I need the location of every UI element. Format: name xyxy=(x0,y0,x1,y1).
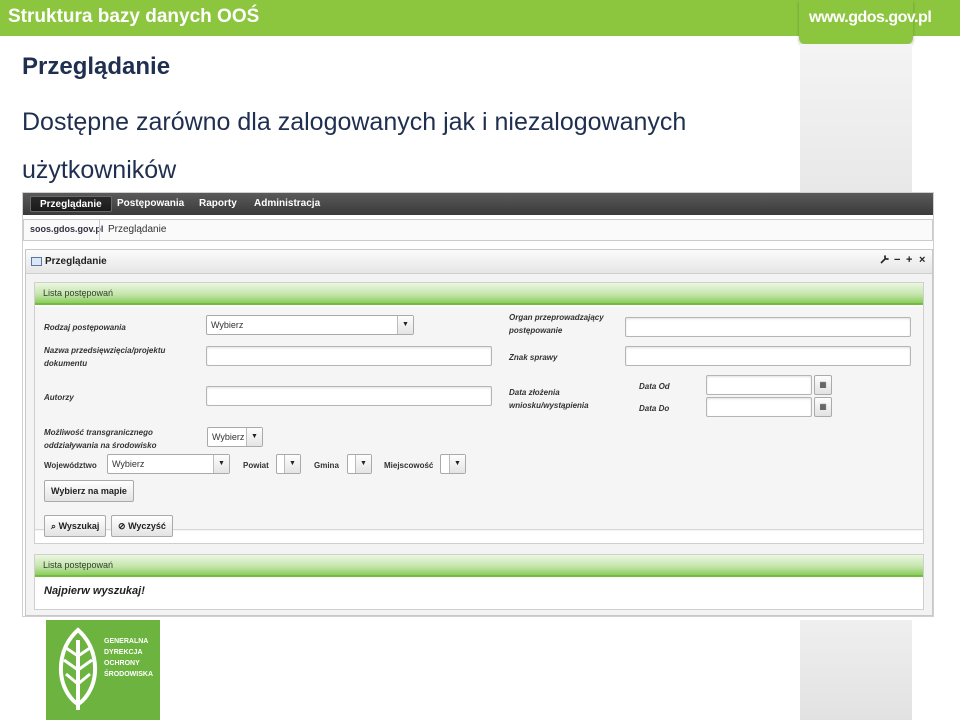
portlet-header: Przeglądanie − + × xyxy=(26,250,932,274)
search-form: Rodzaj postępowania Wybierz ▼ Nazwa prze… xyxy=(35,307,923,531)
nav-item-administracja[interactable]: Administracja xyxy=(245,196,329,212)
chevron-down-icon: ▼ xyxy=(449,455,465,473)
site-url-text: www.gdos.gov.pl xyxy=(809,9,932,26)
slide-heading: Przeglądanie xyxy=(22,53,171,80)
nav-item-raporty[interactable]: Raporty xyxy=(190,196,246,212)
autorzy-input[interactable] xyxy=(206,386,492,406)
breadcrumb: soos.gdos.gov.pl Przeglądanie xyxy=(23,219,933,241)
search-icon: ⌕ xyxy=(51,521,57,531)
logo-line: ŚRODOWISKA xyxy=(104,671,153,678)
wrench-icon[interactable] xyxy=(880,254,890,267)
search-button[interactable]: ⌕ Wyszukaj xyxy=(44,515,107,537)
data-do-label: Data Do xyxy=(639,404,670,413)
chevron-down-icon: ▼ xyxy=(284,455,300,473)
decorative-panel-bottom xyxy=(800,620,912,720)
portlet-title: Przeglądanie xyxy=(45,256,107,267)
breadcrumb-home[interactable]: soos.gdos.gov.pl xyxy=(30,224,103,234)
chevron-down-icon: ▼ xyxy=(213,455,229,473)
powiat-label: Powiat xyxy=(243,461,269,470)
clear-button[interactable]: ⊘ Wyczyść xyxy=(111,515,173,537)
nav-item-postepowania[interactable]: Postępowania xyxy=(108,196,193,212)
chevron-down-icon: ▼ xyxy=(397,316,413,334)
logo-line: GENERALNA xyxy=(104,638,149,645)
results-section: Lista postępowań Najpierw wyszukaj! xyxy=(34,554,924,610)
logo-text: GENERALNA DYREKCJA OCHRONY ŚRODOWISKA xyxy=(104,636,158,680)
znak-input[interactable] xyxy=(625,346,911,366)
wojewodztwo-label: Województwo xyxy=(44,461,97,470)
main-nav: Przeglądanie Postępowania Raporty Admini… xyxy=(23,193,933,215)
calendar-icon[interactable]: ▦ xyxy=(814,397,832,417)
window-icon xyxy=(31,257,42,266)
leaf-icon xyxy=(58,627,98,710)
logo-line: OCHRONY xyxy=(104,660,140,667)
clear-icon: ⊘ xyxy=(118,521,126,531)
organ-input[interactable] xyxy=(625,317,911,337)
nazwa-input[interactable] xyxy=(206,346,492,366)
slide-description: Dostępne zarówno dla zalogowanych jak i … xyxy=(22,108,687,184)
clear-button-label: Wyczyść xyxy=(128,521,166,531)
decorative-panel-top xyxy=(800,44,912,192)
site-url-tab[interactable]: www.gdos.gov.pl xyxy=(799,0,932,44)
wojewodztwo-select-value: Wybierz xyxy=(112,459,145,469)
nazwa-label: Nazwa przedsięwzięcia/projektu dokumentu xyxy=(44,346,166,368)
results-section-title: Lista postępowań xyxy=(43,560,114,570)
select-on-map-button[interactable]: Wybierz na mapie xyxy=(44,480,134,502)
transgraniczne-select-value: Wybierz xyxy=(212,432,245,442)
search-section-header: Lista postępowań xyxy=(35,283,923,305)
maximize-icon[interactable]: + xyxy=(906,254,912,266)
gmina-select[interactable]: ▼ xyxy=(347,454,372,474)
data-od-label: Data Od xyxy=(639,382,670,391)
app-window: Przeglądanie Postępowania Raporty Admini… xyxy=(22,192,934,617)
gdos-logo: GENERALNA DYREKCJA OCHRONY ŚRODOWISKA xyxy=(46,620,160,720)
organ-label: Organ przeprowadzający postępowanie xyxy=(509,313,604,335)
wojewodztwo-select[interactable]: Wybierz ▼ xyxy=(107,454,230,474)
chevron-down-icon: ▼ xyxy=(246,428,262,446)
slide-header-title: Struktura bazy danych OOŚ xyxy=(8,6,260,27)
data-od-input[interactable] xyxy=(706,375,812,395)
chevron-down-icon: ▼ xyxy=(355,455,371,473)
nav-item-przegladanie[interactable]: Przeglądanie xyxy=(30,196,112,212)
search-section: Lista postępowań Rodzaj postępowania Wyb… xyxy=(34,282,924,544)
miejscowosc-select[interactable]: ▼ xyxy=(440,454,466,474)
rodzaj-select-value: Wybierz xyxy=(211,320,244,330)
data-do-input[interactable] xyxy=(706,397,812,417)
rodzaj-label: Rodzaj postępowania xyxy=(44,323,126,332)
calendar-icon[interactable]: ▦ xyxy=(814,375,832,395)
portlet-przegladanie: Przeglądanie − + × Lista postępowań Rodz… xyxy=(25,249,933,616)
breadcrumb-separator xyxy=(99,220,100,240)
transgraniczne-label: Możliwość transgranicznego oddziaływania… xyxy=(44,428,157,450)
autorzy-label: Autorzy xyxy=(44,393,74,402)
gmina-label: Gmina xyxy=(314,461,339,470)
breadcrumb-current: Przeglądanie xyxy=(108,224,167,235)
results-section-header: Lista postępowań xyxy=(35,555,923,577)
powiat-select[interactable]: ▼ xyxy=(276,454,301,474)
data-zlozenia-label: Data złożenia wniosku/wystąpienia xyxy=(509,388,589,410)
search-button-label: Wyszukaj xyxy=(58,521,100,531)
results-message: Najpierw wyszukaj! xyxy=(44,585,145,597)
minimize-icon[interactable]: − xyxy=(894,254,900,266)
znak-label: Znak sprawy xyxy=(509,353,558,362)
rodzaj-select[interactable]: Wybierz ▼ xyxy=(206,315,414,335)
transgraniczne-select[interactable]: Wybierz ▼ xyxy=(207,427,263,447)
close-icon[interactable]: × xyxy=(919,254,925,266)
search-section-title: Lista postępowań xyxy=(43,288,114,298)
miejscowosc-label: Miejscowość xyxy=(384,461,434,470)
logo-line: DYREKCJA xyxy=(104,649,143,656)
